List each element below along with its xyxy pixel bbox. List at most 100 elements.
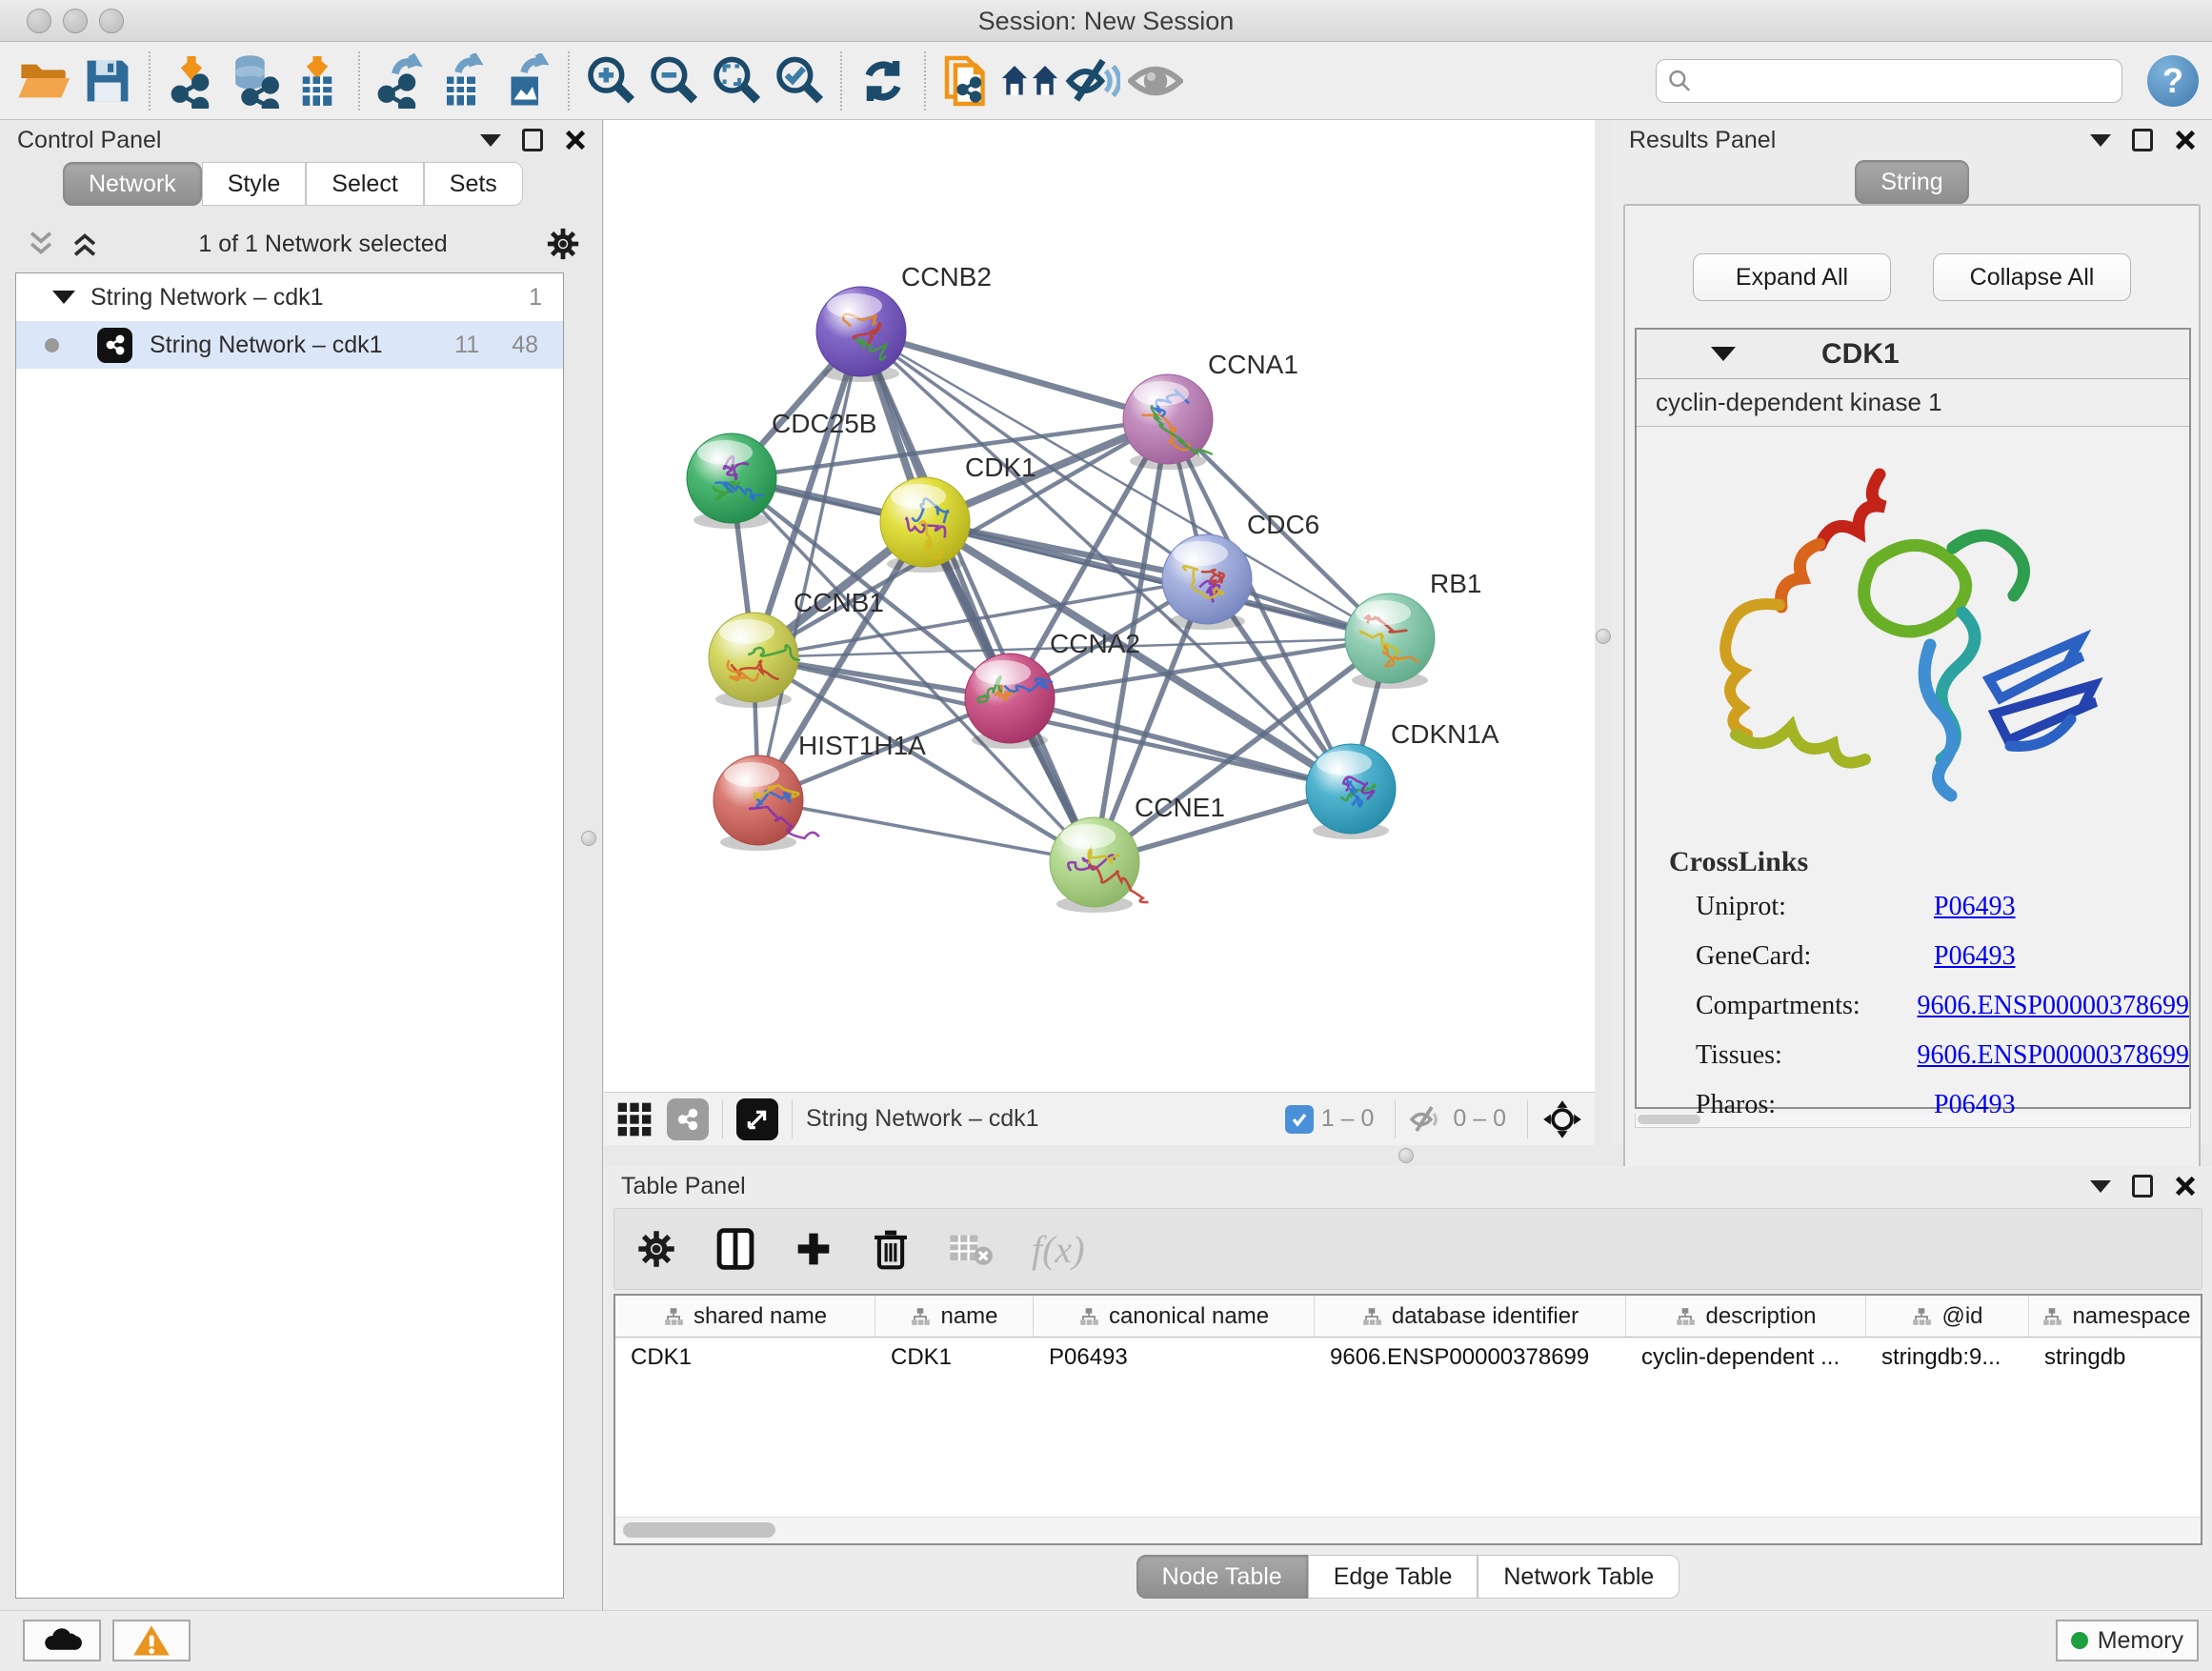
- table-cell[interactable]: CDK1: [875, 1338, 1034, 1378]
- panel-menu-icon[interactable]: [2090, 134, 2111, 147]
- column-header-name[interactable]: name: [875, 1296, 1034, 1337]
- node-CCNA1[interactable]: [1123, 374, 1213, 470]
- float-panel-icon[interactable]: [2132, 129, 2153, 151]
- node-table[interactable]: shared namenamecanonical namedatabase id…: [613, 1294, 2202, 1545]
- panel-menu-icon[interactable]: [2090, 1180, 2111, 1193]
- column-header--id[interactable]: @id: [1866, 1296, 2029, 1337]
- crosslink-link[interactable]: P06493: [1934, 941, 2016, 972]
- zoom-out-button[interactable]: [642, 50, 705, 112]
- tab-string-results[interactable]: String: [1855, 160, 1968, 204]
- delete-table-icon-disabled: [948, 1230, 994, 1268]
- network-collection-row[interactable]: String Network – cdk1 1: [16, 273, 563, 321]
- tab-edge-table[interactable]: Edge Table: [1308, 1555, 1478, 1599]
- close-panel-icon[interactable]: [2174, 129, 2197, 151]
- zoom-in-button[interactable]: [579, 50, 642, 112]
- column-header-description[interactable]: description: [1626, 1296, 1866, 1337]
- node-CDC6[interactable]: [1162, 534, 1252, 630]
- grid-view-icon[interactable]: [615, 1100, 654, 1138]
- search-input[interactable]: [1692, 68, 2110, 95]
- warnings-button[interactable]: [112, 1620, 191, 1661]
- splitter-handle[interactable]: [1596, 629, 1611, 644]
- table-cell[interactable]: P06493: [1034, 1338, 1315, 1378]
- column-header-shared-name[interactable]: shared name: [615, 1296, 875, 1337]
- scrollbar-thumb[interactable]: [623, 1522, 775, 1538]
- close-panel-icon[interactable]: [564, 129, 587, 151]
- results-horizontal-scrollbar[interactable]: [1635, 1113, 2191, 1128]
- node-CDC25B[interactable]: [687, 433, 776, 529]
- expand-all-button[interactable]: Expand All: [1693, 253, 1891, 301]
- tab-network[interactable]: Network: [63, 162, 202, 206]
- add-column-icon[interactable]: [794, 1229, 834, 1269]
- table-cell[interactable]: cyclin-dependent ...: [1626, 1338, 1866, 1378]
- help-button[interactable]: ?: [2147, 55, 2199, 107]
- clone-network-button[interactable]: [935, 50, 998, 112]
- table-cell[interactable]: 9606.ENSP00000378699: [1315, 1338, 1626, 1378]
- node-RB1[interactable]: [1345, 594, 1435, 689]
- control-panel-title: Control Panel: [17, 127, 161, 154]
- node-HIST1H1A[interactable]: [714, 755, 819, 851]
- export-network-button[interactable]: [370, 50, 432, 112]
- tab-network-table[interactable]: Network Table: [1478, 1555, 1679, 1599]
- crosslink-link[interactable]: P06493: [1934, 892, 2016, 922]
- panel-menu-icon[interactable]: [480, 134, 501, 147]
- float-panel-icon[interactable]: [522, 129, 543, 151]
- zoom-selected-button[interactable]: [768, 50, 831, 112]
- export-image-button[interactable]: [495, 50, 558, 112]
- tab-node-table[interactable]: Node Table: [1136, 1555, 1308, 1599]
- open-session-button[interactable]: [13, 50, 76, 112]
- close-panel-icon[interactable]: [2174, 1175, 2197, 1198]
- collapse-all-button[interactable]: Collapse All: [1933, 253, 2131, 301]
- network-view-canvas[interactable]: CCNB2CCNA1CDC25BCDK1CDC6RB1CCNB1CCNA2CDK…: [604, 120, 1595, 1092]
- network-options-gear-icon[interactable]: [545, 226, 581, 262]
- table-cell[interactable]: stringdb: [2029, 1338, 2202, 1378]
- node-CCNA2[interactable]: [965, 654, 1055, 749]
- splitter-handle[interactable]: [1398, 1148, 1414, 1163]
- node-CDK1[interactable]: [880, 477, 970, 573]
- hide-graphics-details-button[interactable]: [1061, 50, 1124, 112]
- table-cell[interactable]: stringdb:9...: [1866, 1338, 2029, 1378]
- collapse-all-icon[interactable]: [25, 228, 57, 260]
- splitter-handle[interactable]: [581, 831, 596, 846]
- export-table-button[interactable]: [432, 50, 495, 112]
- collapse-section-icon[interactable]: [1711, 347, 1736, 361]
- collection-expand-icon[interactable]: [52, 291, 75, 304]
- table-row[interactable]: CDK1CDK1P064939606.ENSP00000378699cyclin…: [615, 1338, 2201, 1378]
- edge-CCNB2-CCNE1[interactable]: [861, 332, 1095, 862]
- node-CCNB1[interactable]: [709, 613, 800, 708]
- birds-eye-navigator-icon[interactable]: [1541, 1098, 1583, 1140]
- crosslink-link[interactable]: 9606.ENSP00000378699: [1918, 991, 2189, 1021]
- tab-sets[interactable]: Sets: [424, 162, 523, 206]
- show-all-networks-button[interactable]: [998, 50, 1061, 112]
- gene-section-header[interactable]: CDK1: [1637, 330, 2189, 379]
- column-header-database-identifier[interactable]: database identifier: [1315, 1296, 1626, 1337]
- column-header-namespace[interactable]: namespace: [2029, 1296, 2202, 1337]
- crosslink-label: Tissues:: [1696, 1040, 1918, 1071]
- zoom-fit-button[interactable]: [705, 50, 768, 112]
- string-style-icon[interactable]: [667, 1098, 709, 1140]
- tab-style[interactable]: Style: [202, 162, 307, 206]
- table-cell[interactable]: CDK1: [615, 1338, 875, 1378]
- crosslink-link[interactable]: 9606.ENSP00000378699: [1918, 1040, 2189, 1071]
- import-network-from-database-button[interactable]: [223, 50, 286, 112]
- save-session-button[interactable]: [76, 50, 139, 112]
- selected-nodes-checkbox[interactable]: [1285, 1105, 1314, 1134]
- delete-column-icon[interactable]: [872, 1227, 910, 1271]
- scrollbar-thumb[interactable]: [1638, 1115, 1700, 1124]
- refresh-view-button[interactable]: [852, 50, 915, 112]
- cloud-status-button[interactable]: [23, 1620, 101, 1661]
- show-columns-icon[interactable]: [715, 1227, 755, 1271]
- tab-select[interactable]: Select: [306, 162, 423, 206]
- table-options-gear-icon[interactable]: [635, 1228, 677, 1270]
- search-field[interactable]: [1656, 59, 2122, 103]
- import-table-from-file-button[interactable]: [286, 50, 349, 112]
- network-row[interactable]: String Network – cdk1 11 48: [16, 321, 563, 369]
- show-graphics-details-button[interactable]: [1124, 50, 1187, 112]
- expand-all-icon[interactable]: [69, 228, 101, 260]
- memory-button[interactable]: Memory: [2056, 1620, 2199, 1661]
- float-panel-icon[interactable]: [2132, 1175, 2153, 1198]
- import-network-from-file-button[interactable]: [160, 50, 223, 112]
- node-CDKN1A[interactable]: [1306, 744, 1396, 839]
- open-in-window-icon[interactable]: [736, 1098, 778, 1140]
- column-header-canonical-name[interactable]: canonical name: [1034, 1296, 1315, 1337]
- table-horizontal-scrollbar[interactable]: [615, 1517, 2201, 1543]
